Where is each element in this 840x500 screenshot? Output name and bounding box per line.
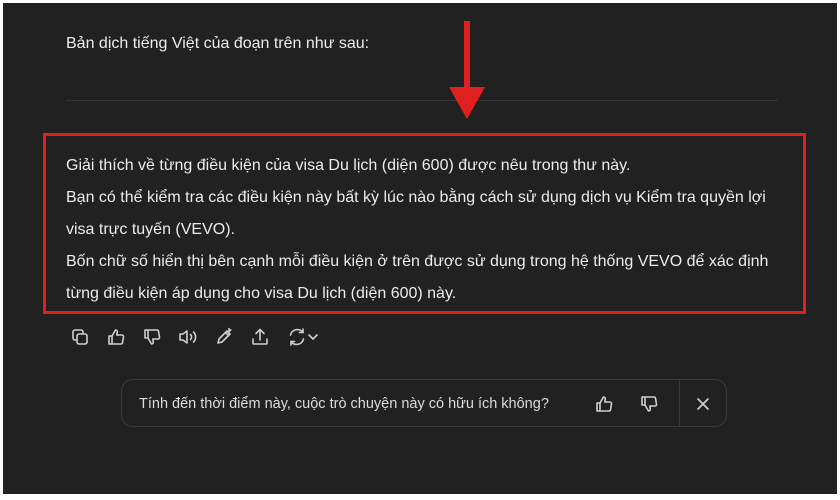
chevron-down-icon (308, 334, 318, 340)
divider (66, 100, 778, 101)
read-aloud-button[interactable] (175, 324, 201, 350)
translation-paragraph: Giải thích về từng điều kiện của visa Du… (66, 157, 631, 174)
intro-text: Bản dịch tiếng Việt của đoạn trên như sa… (66, 35, 370, 52)
share-button[interactable] (247, 324, 273, 350)
good-response-button[interactable] (103, 324, 129, 350)
screenshot-frame: Bản dịch tiếng Việt của đoạn trên như sa… (0, 0, 840, 500)
translation-paragraph: Bạn có thể kiểm tra các điều kiện này bấ… (66, 189, 766, 238)
copy-icon (72, 329, 88, 345)
feedback-divider (679, 380, 680, 426)
translation-paragraph: Bốn chữ số hiển thị bên cạnh mỗi điều ki… (66, 253, 769, 302)
regenerate-button[interactable] (283, 324, 323, 350)
red-arrow-annotation (449, 21, 485, 119)
translation-text: Giải thích về từng điều kiện của visa Du… (66, 150, 796, 310)
feedback-prompt: Tính đến thời điểm này, cuộc trò chuyện … (121, 379, 727, 427)
thumbs-up-icon (108, 329, 125, 345)
feedback-close-button[interactable] (690, 391, 716, 417)
share-icon (252, 328, 268, 345)
thumbs-down-icon (144, 329, 161, 345)
chat-panel: Bản dịch tiếng Việt của đoạn trên như sa… (3, 3, 837, 494)
bad-response-button[interactable] (139, 324, 165, 350)
edit-icon (217, 327, 232, 344)
edit-button[interactable] (211, 324, 237, 350)
read-aloud-icon (179, 330, 197, 344)
regenerate-icon (289, 328, 305, 346)
copy-button[interactable] (67, 324, 93, 350)
feedback-question: Tính đến thời điểm này, cuộc trò chuyện … (139, 396, 549, 412)
close-icon (697, 398, 709, 410)
feedback-thumbs-down-button[interactable] (636, 391, 662, 417)
feedback-thumbs-up-button[interactable] (591, 391, 617, 417)
thumbs-up-icon (596, 396, 613, 412)
thumbs-down-icon (641, 396, 658, 412)
message-action-bar (67, 324, 333, 350)
